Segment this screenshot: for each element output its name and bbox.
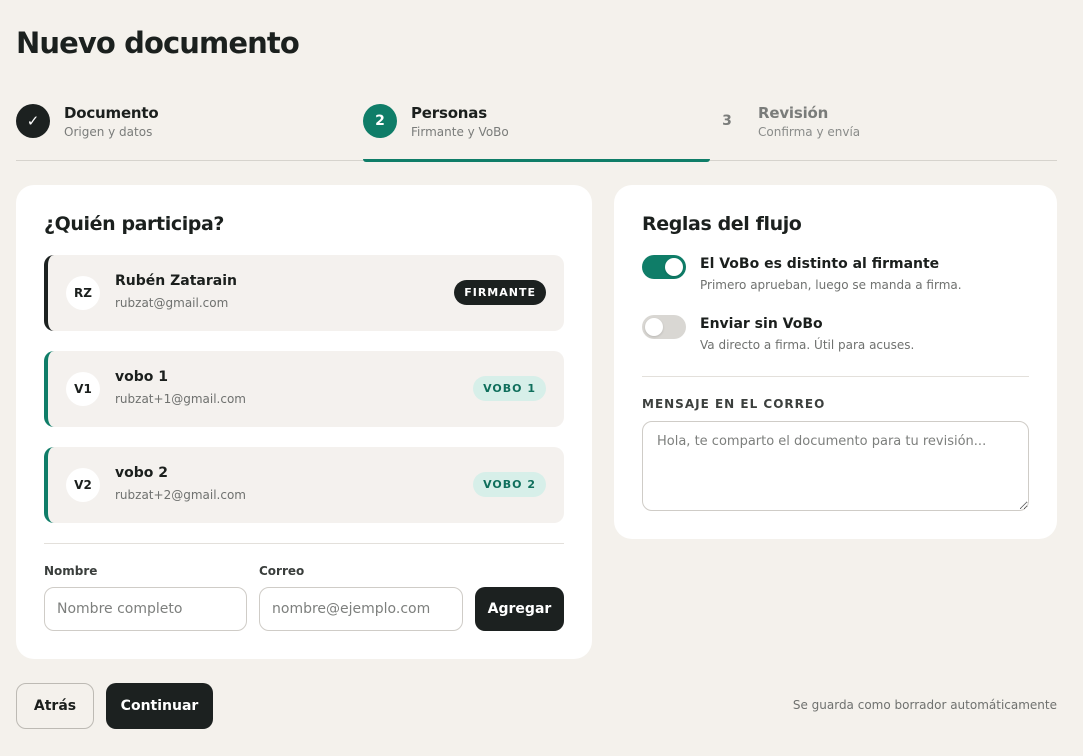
step-title: Documento <box>64 104 159 122</box>
stepper: ✓ Documento Origen y datos 2 Personas Fi… <box>16 100 1057 162</box>
step-personas[interactable]: 2 Personas Firmante y VoBo <box>363 100 710 162</box>
page: Nuevo documento ✓ Documento Origen y dat… <box>0 0 1083 756</box>
active-step-indicator <box>363 159 710 162</box>
step-subtitle: Origen y datos <box>64 125 153 139</box>
autosave-note: Se guarda como borrador automáticamente <box>792 698 1057 712</box>
page-title: Nuevo documento <box>16 26 300 60</box>
participant-email: rubzat@gmail.com <box>115 296 229 310</box>
rule-description: Primero aprueban, luego se manda a firma… <box>700 278 962 292</box>
participant-name: vobo 2 <box>115 465 168 481</box>
role-badge: VOBO 2 <box>473 472 546 497</box>
participant-email: rubzat+1@gmail.com <box>115 392 246 406</box>
toggle-knob <box>665 258 683 276</box>
role-badge: FIRMANTE <box>454 280 546 305</box>
step-text: Personas Firmante y VoBo <box>411 104 509 140</box>
participant-row[interactable]: V1 vobo 1 rubzat+1@gmail.com VOBO 1 <box>44 351 564 427</box>
avatar: RZ <box>66 276 100 310</box>
step-title: Revisión <box>758 104 829 122</box>
participants-card: ¿Quién participa? RZ Rubén Zatarain rubz… <box>16 185 592 659</box>
continue-button[interactable]: Continuar <box>106 683 213 729</box>
email-input[interactable] <box>259 587 463 631</box>
step-subtitle: Confirma y envía <box>758 125 861 139</box>
divider <box>44 543 564 544</box>
participant-row[interactable]: V2 vobo 2 rubzat+2@gmail.com VOBO 2 <box>44 447 564 523</box>
step-documento[interactable]: ✓ Documento Origen y datos <box>16 100 363 161</box>
participant-email: rubzat+2@gmail.com <box>115 488 246 502</box>
rules-card: Reglas del flujo El VoBo es distinto al … <box>614 185 1057 539</box>
back-button[interactable]: Atrás <box>16 683 94 729</box>
step-number: 3 <box>722 113 732 129</box>
avatar: V2 <box>66 468 100 502</box>
step-subtitle: Firmante y VoBo <box>411 125 509 139</box>
step-text: Revisión Confirma y envía <box>758 104 860 140</box>
email-message-label: MENSAJE EN EL CORREO <box>642 397 826 411</box>
rule-description: Va directo a firma. Útil para acuses. <box>700 338 915 352</box>
send-without-vobo-toggle[interactable] <box>642 315 686 339</box>
participant-name: vobo 1 <box>115 369 168 385</box>
rule-title: Enviar sin VoBo <box>700 316 823 332</box>
step-number: 2 <box>363 104 397 138</box>
step-title: Personas <box>411 104 487 122</box>
name-label: Nombre <box>44 564 98 578</box>
rules-title: Reglas del flujo <box>642 213 802 235</box>
name-input[interactable] <box>44 587 247 631</box>
step-text: Documento Origen y datos <box>64 104 159 140</box>
check-icon: ✓ <box>16 104 50 138</box>
participants-title: ¿Quién participa? <box>44 213 225 235</box>
add-participant-button[interactable]: Agregar <box>475 587 564 631</box>
participant-name: Rubén Zatarain <box>115 273 237 289</box>
toggle-knob <box>645 318 663 336</box>
divider <box>642 376 1029 377</box>
email-message-textarea[interactable] <box>642 421 1029 511</box>
role-badge: VOBO 1 <box>473 376 546 401</box>
avatar: V1 <box>66 372 100 406</box>
vobo-distinct-toggle[interactable] <box>642 255 686 279</box>
step-revision[interactable]: 3 Revisión Confirma y envía <box>710 100 1057 161</box>
rule-title: El VoBo es distinto al firmante <box>700 256 940 272</box>
participant-row[interactable]: RZ Rubén Zatarain rubzat@gmail.com FIRMA… <box>44 255 564 331</box>
email-label: Correo <box>259 564 305 578</box>
